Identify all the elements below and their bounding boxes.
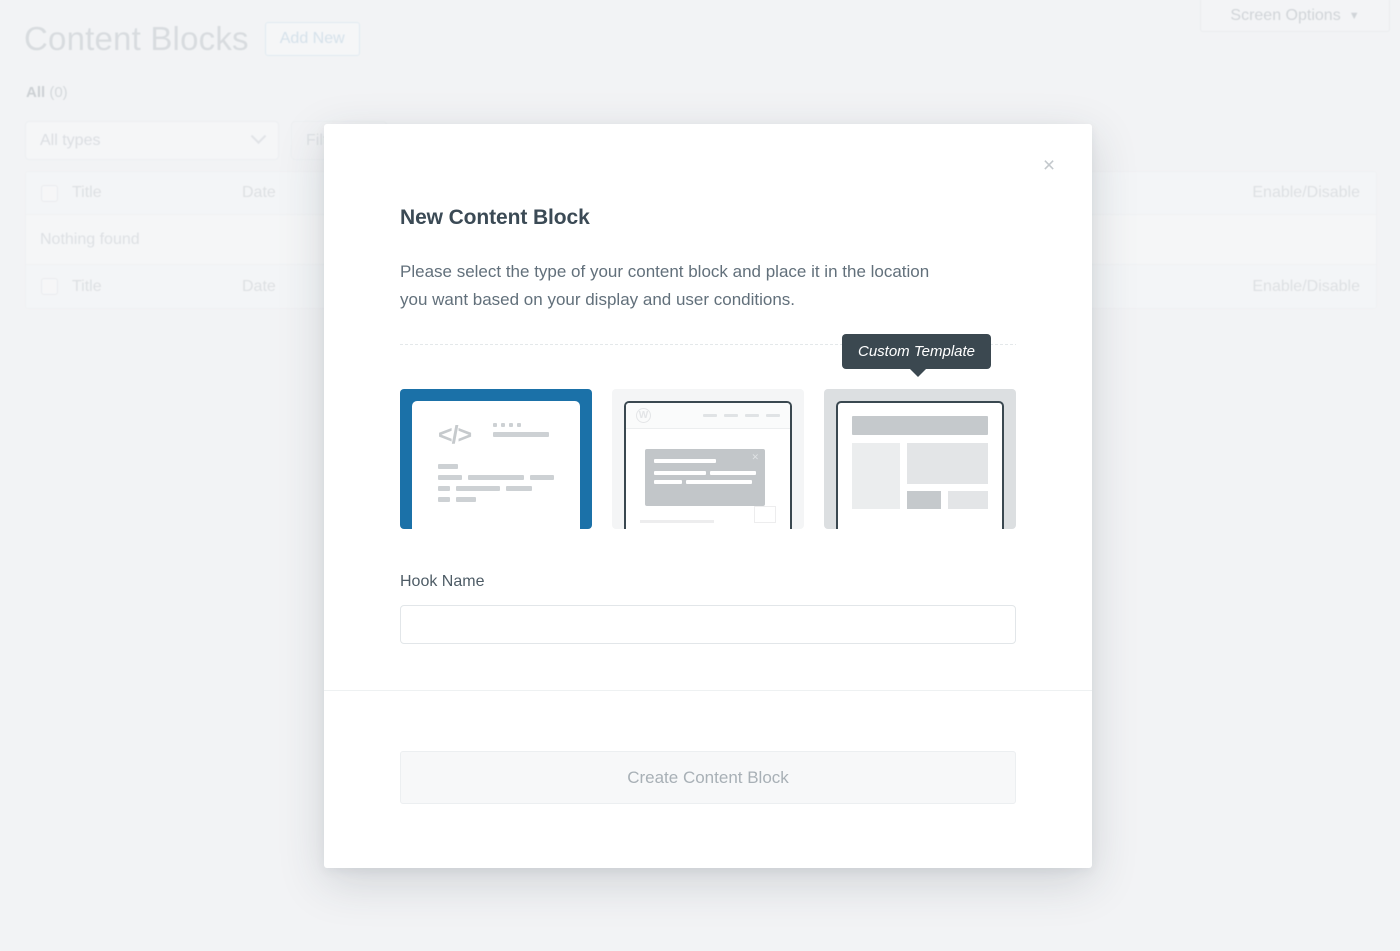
popup-preview: W ✕ xyxy=(624,401,792,530)
close-icon: ✕ xyxy=(751,452,759,463)
content-block-type-cards: </> W ✕ xyxy=(400,389,1016,530)
hook-name-input[interactable] xyxy=(400,605,1016,645)
close-icon[interactable]: × xyxy=(1036,152,1062,178)
modal-overlay[interactable]: × New Content Block Please select the ty… xyxy=(0,0,1400,951)
modal-body: New Content Block Please select the type… xyxy=(324,124,1092,645)
code-header-lines xyxy=(493,423,550,438)
type-card-custom-template[interactable] xyxy=(824,389,1016,530)
type-card-popup[interactable]: W ✕ xyxy=(612,389,804,530)
preview-site-bar: W xyxy=(626,403,790,430)
modal-title: New Content Block xyxy=(400,206,590,229)
preview-page-footer xyxy=(640,506,776,524)
layout-sidebar-block xyxy=(852,443,900,510)
custom-code-preview: </> xyxy=(412,401,580,530)
modal-footer: Create Content Block xyxy=(324,690,1092,868)
layout-small-block-1 xyxy=(907,491,941,510)
new-content-block-modal: × New Content Block Please select the ty… xyxy=(324,124,1092,868)
preview-popup-box: ✕ xyxy=(645,449,765,507)
custom-template-tooltip: Custom Template xyxy=(842,334,991,377)
wordpress-logo-icon: W xyxy=(636,408,651,424)
custom-template-preview xyxy=(836,401,1004,530)
create-content-block-button[interactable]: Create Content Block xyxy=(400,751,1016,804)
layout-small-block-2 xyxy=(948,491,988,510)
modal-description: Please select the type of your content b… xyxy=(400,262,930,310)
type-card-custom-code[interactable]: </> xyxy=(400,389,592,530)
hook-name-label: Hook Name xyxy=(400,573,485,591)
code-body-lines xyxy=(438,464,580,503)
preview-nav-items xyxy=(703,414,780,418)
layout-content-block xyxy=(907,443,988,485)
code-icon: </> xyxy=(438,421,472,450)
layout-header-block xyxy=(852,416,988,436)
